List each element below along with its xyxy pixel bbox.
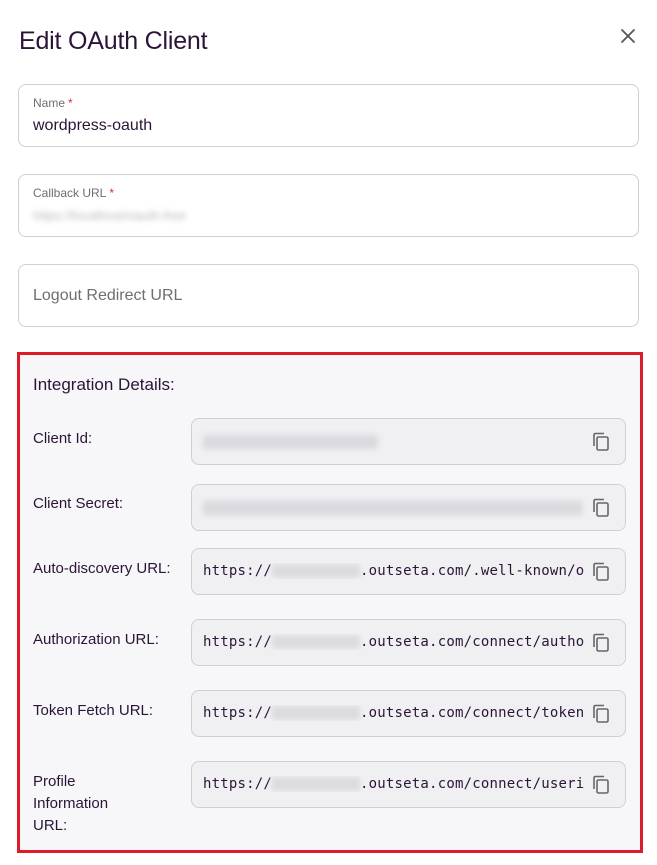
profile-information-url-label: Profile Information URL: [33,773,109,834]
authorization-url-label: Authorization URL: [33,631,159,648]
required-mark: * [68,96,73,110]
client-secret-label: Client Secret: [33,495,124,512]
authorization-url-value: https://.outseta.com/connect/authorize [203,634,585,650]
edit-oauth-client-dialog: Edit OAuth Client Name * wordpress-oauth … [0,0,657,865]
integration-details-panel: Integration Details: Client Id: Client S… [17,352,643,853]
dialog-title: Edit OAuth Client [19,27,208,55]
copy-token-fetch-url-button[interactable] [591,703,611,725]
copy-icon [593,633,609,652]
copy-icon [593,775,609,794]
client-secret-value [203,501,583,515]
client-secret-field[interactable] [191,484,626,531]
name-field[interactable]: Name * wordpress-oauth [18,84,639,147]
profile-information-url-value: https://.outseta.com/connect/userinfo [203,776,585,792]
client-id-label: Client Id: [33,430,93,447]
name-input[interactable]: wordpress-oauth [33,117,152,135]
copy-icon [593,432,609,451]
logout-redirect-url-input[interactable]: Logout Redirect URL [33,287,182,305]
copy-icon [593,498,609,517]
auto-discovery-url-value: https://.outseta.com/.well-known/openid-… [203,563,585,579]
callback-url-label: Callback URL * [33,186,115,200]
profile-information-url-field[interactable]: https://.outseta.com/connect/userinfo [191,761,626,808]
client-id-value [203,435,378,449]
token-fetch-url-field[interactable]: https://.outseta.com/connect/token [191,690,626,737]
token-fetch-url-label: Token Fetch URL: [33,702,154,719]
copy-client-secret-button[interactable] [591,497,611,519]
copy-client-id-button[interactable] [591,431,611,453]
required-mark: * [109,186,115,200]
integration-heading: Integration Details: [33,375,175,394]
callback-url-field[interactable]: Callback URL * https://localhost/oauth-fr… [18,174,639,237]
copy-auto-discovery-url-button[interactable] [591,561,611,583]
name-label: Name * [33,96,73,110]
close-icon [621,29,635,43]
copy-profile-information-url-button[interactable] [591,774,611,796]
callback-url-input[interactable]: https://localhost/oauth-free [33,208,186,223]
close-button[interactable] [617,25,639,47]
copy-icon [593,704,609,723]
copy-icon [593,562,609,581]
logout-redirect-url-field[interactable]: Logout Redirect URL [18,264,639,327]
token-fetch-url-value: https://.outseta.com/connect/token [203,705,585,721]
auto-discovery-url-label: Auto-discovery URL: [33,560,171,577]
auto-discovery-url-field[interactable]: https://.outseta.com/.well-known/openid-… [191,548,626,595]
copy-authorization-url-button[interactable] [591,632,611,654]
client-id-field[interactable] [191,418,626,465]
authorization-url-field[interactable]: https://.outseta.com/connect/authorize [191,619,626,666]
